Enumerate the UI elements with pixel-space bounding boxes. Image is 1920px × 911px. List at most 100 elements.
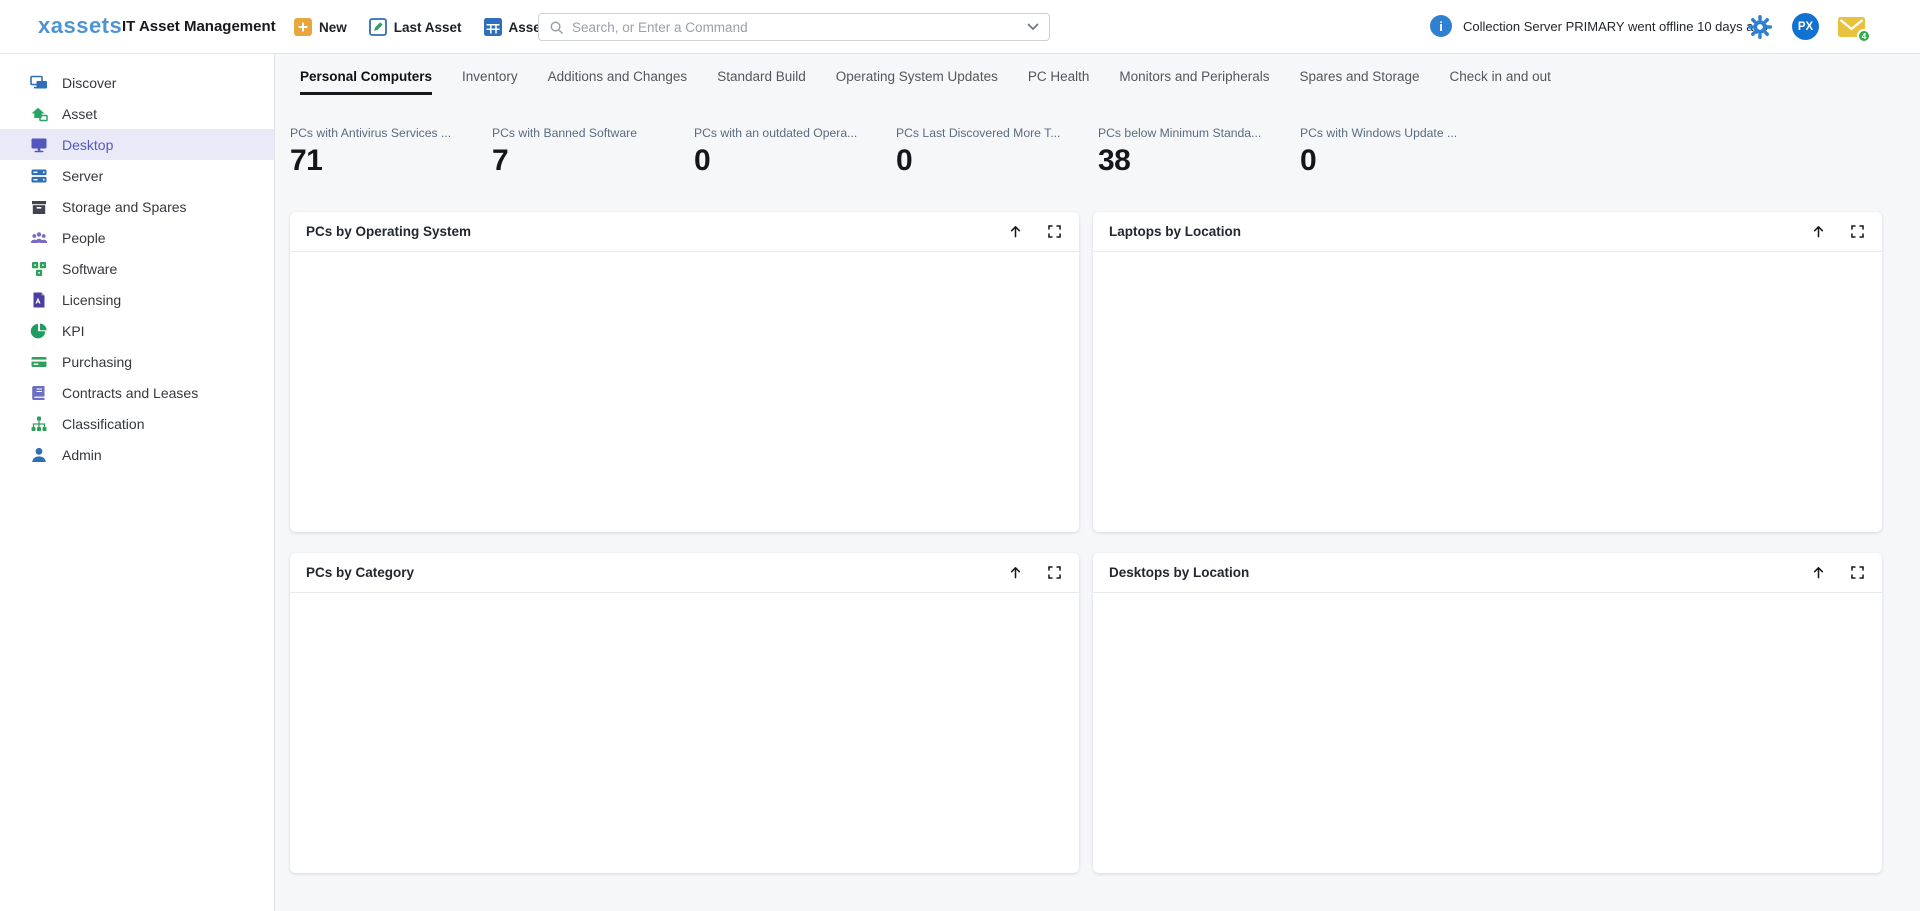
sidebar-item-desktop[interactable]: Desktop — [0, 129, 274, 160]
kpi-pcs-last-discovered-more-t[interactable]: PCs Last Discovered More T...0 — [896, 126, 1098, 178]
sidebar-item-asset[interactable]: Asset — [0, 98, 274, 129]
sidebar-item-licensing[interactable]: Licensing — [0, 284, 274, 315]
notification[interactable]: i Collection Server PRIMARY went offline… — [1430, 15, 1768, 37]
asset-icon — [29, 104, 49, 124]
kpi-value: 7 — [492, 144, 694, 178]
kpi-label: PCs with Banned Software — [492, 126, 694, 140]
pcs-by-category-chart — [290, 593, 1079, 872]
card-title: PCs by Operating System — [306, 224, 471, 239]
sidebar-item-kpi[interactable]: KPI — [0, 315, 274, 346]
sidebar-item-discover[interactable]: Discover — [0, 67, 274, 98]
sidebar-item-label: Asset — [62, 106, 97, 122]
kpi-pcs-with-antivirus-services[interactable]: PCs with Antivirus Services ...71 — [290, 126, 492, 178]
licensing-icon — [29, 290, 49, 310]
card-body — [290, 252, 1079, 531]
export-up-arrow-icon[interactable]: PC - Laptop 78PC - Virtual 10PC - Apple … — [1007, 564, 1024, 581]
card-desktops-by-location: Desktops by Location 0123456789101112Defa… — [1093, 553, 1882, 873]
card-body — [1093, 252, 1882, 531]
card-actions: PC - Laptop 78PC - Virtual 10PC - Apple … — [1007, 564, 1063, 581]
tab-pc-health[interactable]: PC Health — [1028, 69, 1090, 95]
mail-badge: 4 — [1857, 29, 1871, 43]
sidebar-item-software[interactable]: Software — [0, 253, 274, 284]
fullscreen-icon[interactable] — [1046, 564, 1063, 581]
classification-icon — [29, 414, 49, 434]
kpi-pcs-with-banned-software[interactable]: PCs with Banned Software 7 — [492, 126, 694, 178]
kpi-label: PCs with an outdated Opera... — [694, 126, 896, 140]
sidebar-item-label: People — [62, 230, 106, 246]
tab-monitors-and-peripherals[interactable]: Monitors and Peripherals — [1119, 69, 1269, 95]
avatar[interactable]: PX — [1792, 13, 1819, 40]
mail-icon[interactable]: 4 — [1838, 17, 1865, 37]
export-up-arrow-icon[interactable]: 05101520253035FloridaGlasgowLondonNew Je… — [1810, 223, 1827, 240]
tab-check-in-and-out[interactable]: Check in and out — [1450, 69, 1551, 95]
tab-standard-build[interactable]: Standard Build — [717, 69, 806, 95]
fullscreen-icon[interactable] — [1849, 223, 1866, 240]
tab-inventory[interactable]: Inventory — [462, 69, 518, 95]
storage-icon — [29, 197, 49, 217]
last-asset-button-label: Last Asset — [394, 20, 462, 35]
card-header: Desktops by Location 0123456789101112Defa… — [1093, 553, 1882, 593]
tab-additions-and-changes[interactable]: Additions and Changes — [548, 69, 688, 95]
kpi-value: 0 — [896, 144, 1098, 178]
sidebar-item-storage-and-spares[interactable]: Storage and Spares — [0, 191, 274, 222]
search-box[interactable] — [538, 13, 1050, 41]
kpi-icon — [29, 321, 49, 341]
sidebar-item-label: Admin — [62, 447, 102, 463]
card-actions: 0123456789101112Default LocationFloridaL… — [1810, 564, 1866, 581]
sidebar-item-server[interactable]: Server — [0, 160, 274, 191]
card-laptops-by-location: Laptops by Location 05101520253035Florida… — [1093, 212, 1882, 532]
admin-icon — [29, 445, 49, 465]
tabs: Personal Computers Inventory Additions and… — [300, 69, 1551, 95]
kpi-value: 71 — [290, 144, 492, 178]
settings-gear-icon[interactable] — [1747, 14, 1773, 40]
sidebar-item-contracts-and-leases[interactable]: Contracts and Leases — [0, 377, 274, 408]
main-content: Personal Computers Inventory Additions and… — [275, 54, 1920, 911]
card-actions: Windows 11 Enterprise 1Windows 11 Profes… — [1007, 223, 1063, 240]
card-title: PCs by Category — [306, 565, 414, 580]
purchasing-icon — [29, 352, 49, 372]
sidebar-item-people[interactable]: People — [0, 222, 274, 253]
laptops-by-location-chart — [1093, 252, 1882, 531]
fullscreen-icon[interactable] — [1849, 564, 1866, 581]
card-header: Laptops by Location 05101520253035Florida… — [1093, 212, 1882, 252]
sidebar-item-admin[interactable]: Admin — [0, 439, 274, 470]
sidebar-item-label: Storage and Spares — [62, 199, 187, 215]
card-title: Desktops by Location — [1109, 565, 1249, 580]
sidebar-item-purchasing[interactable]: Purchasing — [0, 346, 274, 377]
fullscreen-icon[interactable] — [1046, 223, 1063, 240]
info-icon: i — [1430, 15, 1452, 37]
sidebar-item-label: Contracts and Leases — [62, 385, 198, 401]
kpi-pcs-with-windows-update[interactable]: PCs with Windows Update ...0 — [1300, 126, 1502, 178]
chevron-down-icon[interactable] — [1027, 23, 1039, 31]
new-button-label: New — [319, 20, 347, 35]
sidebar-item-label: Software — [62, 261, 117, 277]
kpi-pcs-with-an-outdated-opera[interactable]: PCs with an outdated Opera...0 — [694, 126, 896, 178]
kpi-row: PCs with Antivirus Services ...71PCs wit… — [290, 126, 1502, 178]
topbar-actions: New Last Asset Asset List — [294, 13, 573, 41]
card-actions: 05101520253035FloridaGlasgowLondonNew Je… — [1810, 223, 1866, 240]
card-pcs-by-category: PCs by Category PC - Laptop 78PC - Virtua… — [290, 553, 1079, 873]
sidebar-item-label: Purchasing — [62, 354, 132, 370]
search-icon — [549, 20, 564, 35]
cards-grid: PCs by Operating System Windows 11 Enterp… — [290, 212, 1882, 873]
kpi-label: PCs with Windows Update ... — [1300, 126, 1502, 140]
last-asset-button[interactable]: Last Asset — [369, 13, 462, 41]
app-title: IT Asset Management — [122, 18, 276, 35]
pcs-by-os-chart — [290, 252, 1079, 531]
tab-personal-computers[interactable]: Personal Computers — [300, 69, 432, 95]
desktops-by-location-chart — [1093, 593, 1882, 872]
new-button[interactable]: New — [294, 13, 347, 41]
discover-icon — [29, 73, 49, 93]
export-up-arrow-icon[interactable]: Windows 11 Enterprise 1Windows 11 Profes… — [1007, 223, 1024, 240]
kpi-pcs-below-minimum-standa[interactable]: PCs below Minimum Standa...38 — [1098, 126, 1300, 178]
sidebar: Discover Asset DesktopServer Storage and Sp… — [0, 54, 275, 911]
sidebar-item-classification[interactable]: Classification — [0, 408, 274, 439]
export-up-arrow-icon[interactable]: 0123456789101112Default LocationFloridaL… — [1810, 564, 1827, 581]
card-title: Laptops by Location — [1109, 224, 1241, 239]
search-input[interactable] — [572, 20, 1027, 35]
sidebar-item-label: Classification — [62, 416, 144, 432]
tab-spares-and-storage[interactable]: Spares and Storage — [1299, 69, 1419, 95]
card-body — [1093, 593, 1882, 872]
tab-operating-system-updates[interactable]: Operating System Updates — [836, 69, 998, 95]
app-logo[interactable]: xassets — [38, 13, 122, 39]
